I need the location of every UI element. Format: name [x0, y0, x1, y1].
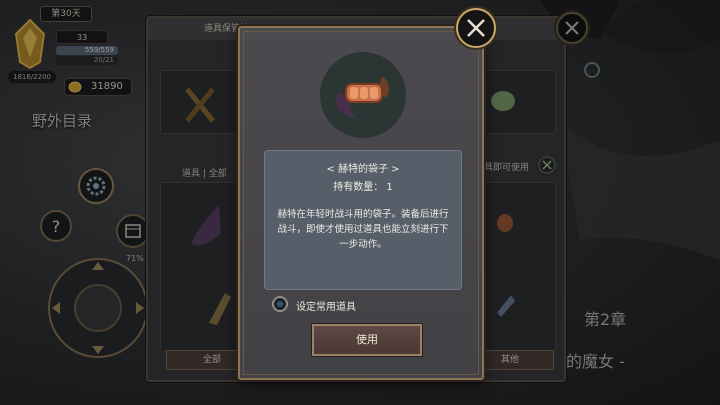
item-description: 赫特在年轻时战斗用的袋子。装备后进行战斗，即使才使用过道具也能立刻进行下一步动作… [277, 209, 449, 250]
item-name: < 赫特的袋子 > [326, 164, 400, 175]
pouch-icon [336, 76, 390, 118]
item-count-label: 持有数量： [333, 182, 384, 193]
set-common-item-radio[interactable] [272, 296, 288, 312]
use-button[interactable]: 使用 [312, 324, 422, 356]
item-portrait [320, 52, 406, 138]
set-common-item-label[interactable]: 设定常用道具 [296, 298, 356, 313]
close-icon [467, 19, 485, 37]
item-description-box: < 赫特的袋子 > 持有数量： 1 赫特在年轻时战斗用的袋子。装备后进行战斗，即… [264, 150, 462, 290]
item-count-value: 1 [386, 182, 393, 193]
item-detail-modal: < 赫特的袋子 > 持有数量： 1 赫特在年轻时战斗用的袋子。装备后进行战斗，即… [238, 26, 484, 380]
modal-close-button[interactable] [456, 8, 496, 48]
item-count: 持有数量： 1 [265, 178, 461, 193]
